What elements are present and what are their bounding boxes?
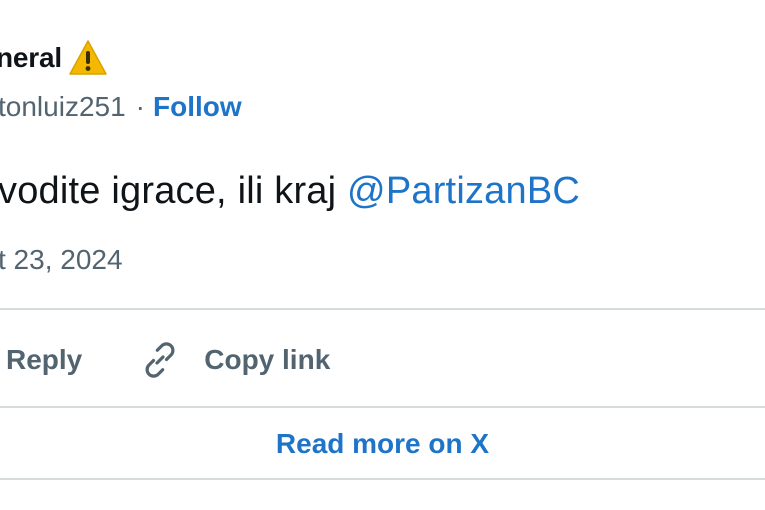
- tweet-timestamp[interactable]: t 23, 2024: [0, 244, 123, 276]
- link-icon: [145, 342, 175, 378]
- follow-button[interactable]: Follow: [153, 91, 242, 123]
- divider: [0, 406, 765, 408]
- tweet-body: vodite igrace, ili kraj: [0, 170, 348, 212]
- author-handle-row: tonluiz251 · Follow: [0, 86, 242, 128]
- author-handle[interactable]: tonluiz251: [0, 91, 126, 123]
- divider: [0, 478, 765, 480]
- divider: [0, 308, 765, 310]
- warning-icon: [69, 40, 107, 75]
- copy-link-label: Copy link: [204, 344, 331, 375]
- action-bar: Reply Copy link: [0, 330, 330, 390]
- read-more-button[interactable]: Read more on X: [0, 414, 765, 474]
- reply-button[interactable]: Reply: [6, 344, 82, 376]
- tweet-card: neral tonluiz251 · Follow vodite igrace,…: [0, 0, 765, 510]
- author-name-row: neral: [0, 34, 108, 82]
- separator-dot: ·: [135, 91, 145, 122]
- reply-label: Reply: [6, 344, 83, 375]
- tweet-text: vodite igrace, ili kraj @PartizanBC: [0, 170, 580, 213]
- mention-link[interactable]: @PartizanBC: [347, 170, 580, 212]
- author-display-name[interactable]: neral: [0, 42, 62, 74]
- copy-link-button[interactable]: Copy link: [138, 338, 330, 382]
